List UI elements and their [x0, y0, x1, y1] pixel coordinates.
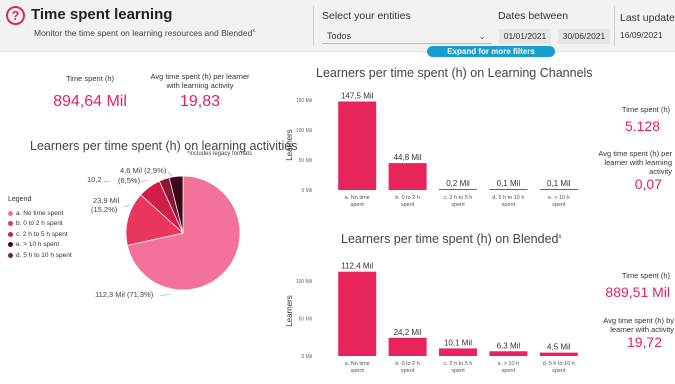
pie-label-b: 23,9 Mil	[93, 196, 120, 205]
x-tick-label: b. 0 to 2 h	[395, 361, 419, 367]
channels-bar-chart: Learners 150 Mil 100 Mil 50 Mil 0 Mil 147,5 M…	[285, 92, 578, 208]
x-tick-label: spent	[401, 202, 415, 208]
x-tick-label: spent	[350, 202, 364, 208]
bar[interactable]	[388, 163, 427, 190]
channels-time-label: Time spent (h)	[621, 105, 670, 114]
bar[interactable]	[489, 351, 528, 356]
channels-avg-value: 0,07	[634, 176, 662, 192]
bar-data-label: 147,5 Mil	[341, 92, 374, 101]
x-tick-label: e. > 10 h	[498, 361, 520, 367]
x-tick-label: c. 2 h to 5 h	[444, 361, 473, 367]
bar-data-label: 0,2 Mil	[446, 179, 470, 188]
x-tick-label: e. > 10 h	[548, 195, 570, 201]
blended-bar-chart: Learners 100 Mil 50 Mil 0 Mil 112,4 Mil a. No…	[285, 262, 578, 374]
charts-canvas: Learners 150 Mil 100 Mil 50 Mil 0 Mil 147,5 M…	[123, 92, 578, 374]
channels-title: Learners per time spent (h) on Learning …	[316, 66, 593, 80]
bar-data-label: 4,5 Mil	[547, 343, 571, 352]
bar[interactable]	[338, 271, 377, 356]
x-tick-label: spent	[552, 368, 566, 374]
pie-chart	[125, 175, 241, 291]
pie-label-b-pct: (15,2%)	[91, 205, 118, 214]
x-tick-label: spent	[451, 202, 465, 208]
pie-label-a: 112,3 Mil (71,3%)	[95, 290, 154, 299]
y-tick-label: 100 Mil	[296, 128, 312, 134]
blended-avg-label: Avg time spent (h) by learner with activ…	[603, 316, 674, 334]
bar-data-label: 24,2 Mil	[394, 328, 422, 337]
x-tick-label: spent	[350, 368, 364, 374]
bar-data-label: 0,1 Mil	[547, 179, 571, 188]
x-tick-label: spent	[502, 202, 516, 208]
x-tick-label: spent	[451, 368, 465, 374]
x-tick-label: a. No time	[345, 195, 370, 201]
bar-data-label: 112,4 Mil	[341, 262, 373, 271]
x-tick-label: a. No time	[345, 361, 370, 367]
channels-avg-label: Avg time spent (h) per learner with lear…	[598, 149, 672, 176]
y-tick-label: 50 Mil	[299, 317, 312, 323]
blended-title: Learners per time spent (h) on Blendedx	[341, 232, 562, 246]
x-tick-label: spent	[552, 202, 566, 208]
x-tick-label: c. 2 h to 5 h	[444, 195, 473, 201]
bar-data-label: 44,8 Mil	[394, 153, 422, 162]
y-tick-label: 0 Mil	[301, 188, 312, 194]
bar[interactable]	[489, 189, 528, 190]
bar[interactable]	[439, 348, 477, 356]
bar[interactable]	[439, 189, 477, 190]
y-tick-label: 100 Mil	[296, 279, 312, 285]
x-tick-label: spent	[401, 368, 415, 374]
y-tick-label: 0 Mil	[301, 354, 312, 360]
pie-label-c: 10,2 ...	[87, 175, 110, 184]
pie-label-d: 4,6 Mil (2,9%)	[120, 166, 167, 175]
bar-data-label: 0,1 Mil	[497, 179, 521, 188]
bar[interactable]	[539, 352, 578, 356]
bar[interactable]	[539, 189, 578, 190]
bar-data-label: 10,1 Mil	[444, 338, 472, 347]
x-tick-label: spent	[502, 368, 516, 374]
bar-data-label: 6,3 Mil	[497, 341, 521, 350]
x-tick-label: b. 0 to 2 h	[395, 195, 419, 201]
blended-time-label: Time spent (h)	[621, 271, 670, 280]
bar[interactable]	[338, 101, 377, 191]
bar[interactable]	[388, 337, 427, 356]
x-tick-label: d. 5 h to 10 h	[543, 361, 575, 367]
y-axis-label: Learners	[285, 295, 294, 327]
y-tick-label: 50 Mil	[299, 158, 312, 164]
blended-time-value: 889,51 Mil	[605, 284, 670, 300]
channels-time-value: 5.128	[624, 118, 660, 134]
pie-label-c-pct: (6,5%)	[118, 176, 141, 185]
blended-avg-value: 19,72	[626, 334, 662, 350]
y-axis-label: Learners	[285, 129, 294, 161]
y-tick-label: 150 Mil	[296, 98, 312, 104]
x-tick-label: d. 5 h to 10 h	[492, 195, 524, 201]
